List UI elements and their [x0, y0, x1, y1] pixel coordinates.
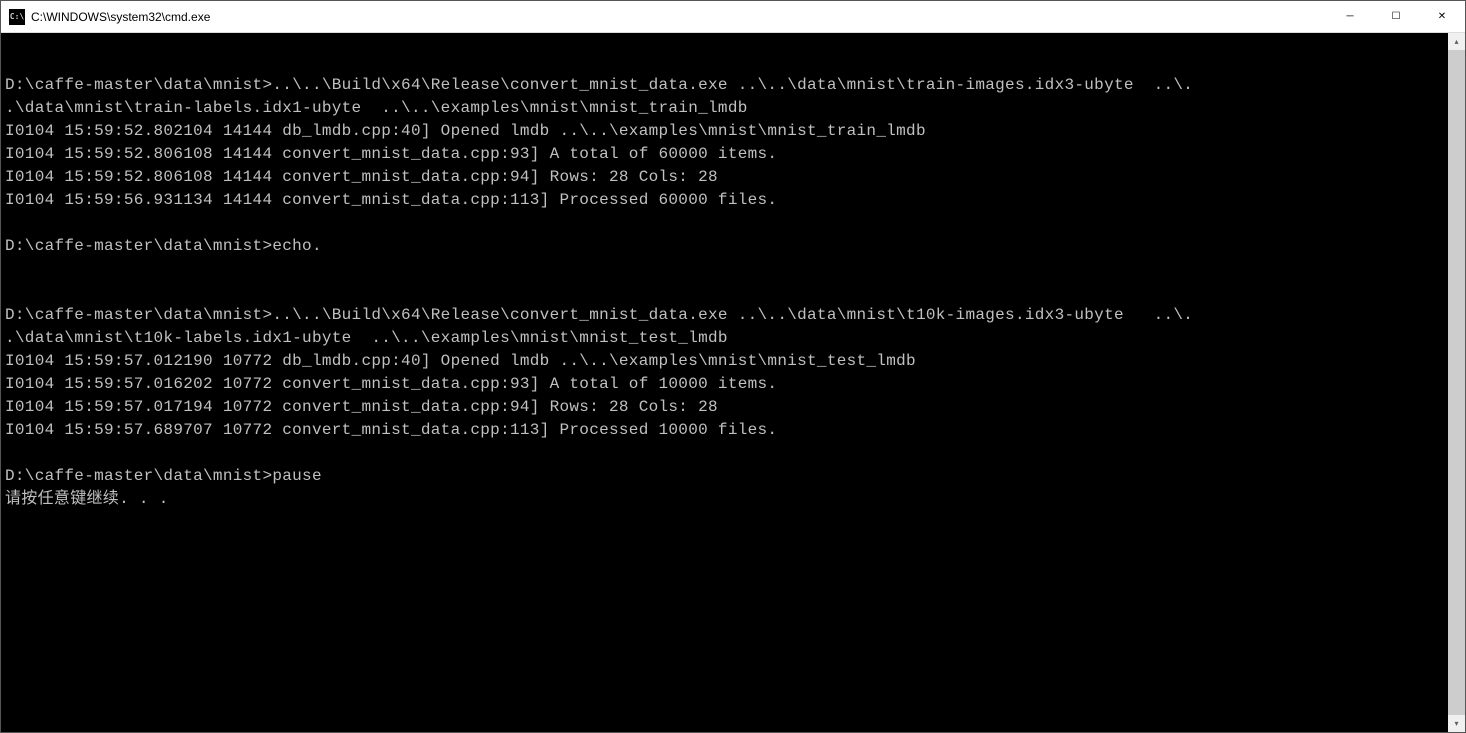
scroll-track[interactable]: [1448, 50, 1465, 715]
vertical-scrollbar[interactable]: ▴ ▾: [1448, 33, 1465, 732]
titlebar[interactable]: C:\ C:\WINDOWS\system32\cmd.exe ─ ☐ ✕: [1, 1, 1465, 33]
scroll-up-button[interactable]: ▴: [1448, 33, 1465, 50]
window-title: C:\WINDOWS\system32\cmd.exe: [31, 10, 1327, 24]
window-controls: ─ ☐ ✕: [1327, 1, 1465, 32]
minimize-button[interactable]: ─: [1327, 1, 1373, 32]
cmd-window: C:\ C:\WINDOWS\system32\cmd.exe ─ ☐ ✕ D:…: [0, 0, 1466, 733]
scroll-thumb[interactable]: [1448, 50, 1465, 715]
close-button[interactable]: ✕: [1419, 1, 1465, 32]
console-output[interactable]: D:\caffe-master\data\mnist>..\..\Build\x…: [1, 33, 1447, 732]
console-body: D:\caffe-master\data\mnist>..\..\Build\x…: [1, 33, 1465, 732]
scroll-down-button[interactable]: ▾: [1448, 715, 1465, 732]
maximize-button[interactable]: ☐: [1373, 1, 1419, 32]
cmd-icon: C:\: [9, 9, 25, 25]
